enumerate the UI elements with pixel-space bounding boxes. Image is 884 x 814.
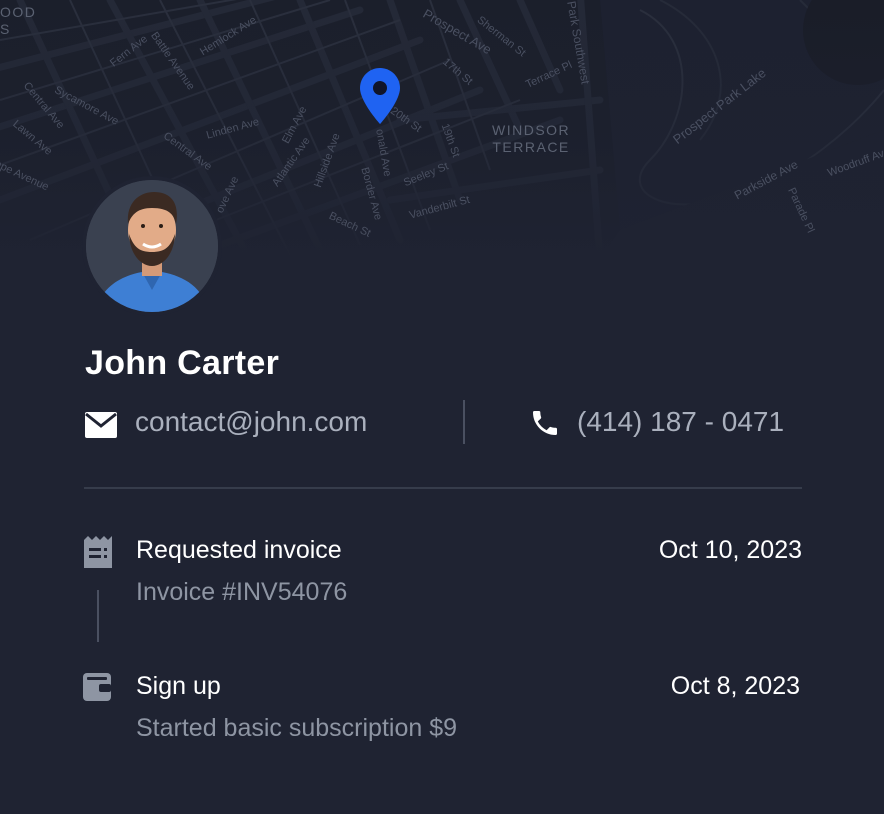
- profile-name: John Carter: [85, 344, 280, 382]
- avatar: [86, 180, 218, 312]
- avatar-photo: [86, 180, 218, 312]
- invoice-icon: [84, 536, 112, 568]
- activity-title: Sign up: [136, 672, 221, 700]
- location-pin-icon[interactable]: [360, 68, 400, 124]
- email-link[interactable]: contact@john.com: [135, 406, 367, 438]
- activity-subtitle: Started basic subscription $9: [136, 714, 458, 742]
- district-label: OOD S: [0, 4, 37, 37]
- phone-icon: [533, 411, 557, 435]
- activity-date: Oct 10, 2023: [658, 536, 802, 564]
- activity-date: Oct 8, 2023: [670, 672, 800, 700]
- section-divider: [84, 487, 802, 489]
- activity-subtitle[interactable]: Invoice #INV54076: [136, 578, 347, 607]
- activity-title: Requested invoice: [136, 536, 342, 564]
- contact-divider: [463, 400, 465, 444]
- mail-icon: [85, 412, 117, 438]
- phone-link[interactable]: (414) 187 - 0471: [577, 406, 784, 438]
- wallet-icon: [83, 673, 111, 701]
- timeline-connector: [97, 590, 99, 642]
- district-label: WINDSOR TERRACE: [492, 122, 571, 155]
